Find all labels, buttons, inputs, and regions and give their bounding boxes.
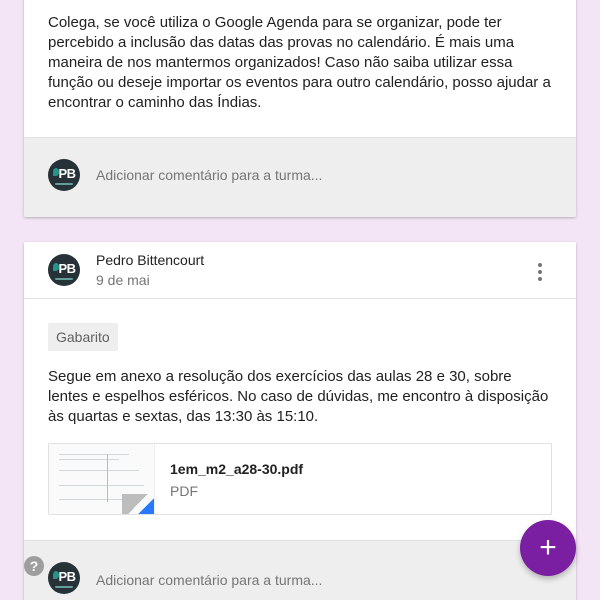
pdf-corner-icon xyxy=(138,498,154,514)
post-author[interactable]: Pedro Bittencourt xyxy=(96,252,204,268)
class-comment-bar[interactable]: PB Adicionar comentário para a turma... xyxy=(24,540,576,600)
post-header: PB Pedro Bittencourt 9 de mai xyxy=(24,242,576,299)
attachment-type: PDF xyxy=(170,483,198,499)
attachment-card[interactable]: 1em_m2_a28-30.pdf PDF xyxy=(48,443,552,515)
topic-chip[interactable]: Gabarito xyxy=(48,323,118,351)
post-date: 9 de mai xyxy=(96,272,150,288)
help-icon[interactable]: ? xyxy=(24,556,44,576)
post-body-text: Segue em anexo a resolução dos exercício… xyxy=(48,368,549,425)
more-options-icon[interactable] xyxy=(528,260,552,284)
stream-post-card: Colega, se você utiliza o Google Agenda … xyxy=(24,0,576,217)
author-avatar[interactable]: PB xyxy=(48,254,80,286)
pdf-thumbnail xyxy=(49,444,155,514)
add-icon[interactable]: + xyxy=(520,520,576,576)
avatar-underline xyxy=(55,586,73,588)
attachment-name[interactable]: 1em_m2_a28-30.pdf xyxy=(170,461,303,477)
post-body-text: Colega, se você utiliza o Google Agenda … xyxy=(48,14,551,111)
stream-post-card: PB Pedro Bittencourt 9 de mai Gabarito S… xyxy=(24,242,576,600)
user-avatar: PB xyxy=(48,159,80,191)
class-comment-input[interactable]: Adicionar comentário para a turma... xyxy=(96,167,322,183)
class-comment-bar[interactable]: PB Adicionar comentário para a turma... xyxy=(24,137,576,217)
user-avatar: PB xyxy=(48,562,80,594)
avatar-underline xyxy=(55,278,73,280)
avatar-underline xyxy=(55,183,73,185)
class-comment-input[interactable]: Adicionar comentário para a turma... xyxy=(96,572,322,588)
